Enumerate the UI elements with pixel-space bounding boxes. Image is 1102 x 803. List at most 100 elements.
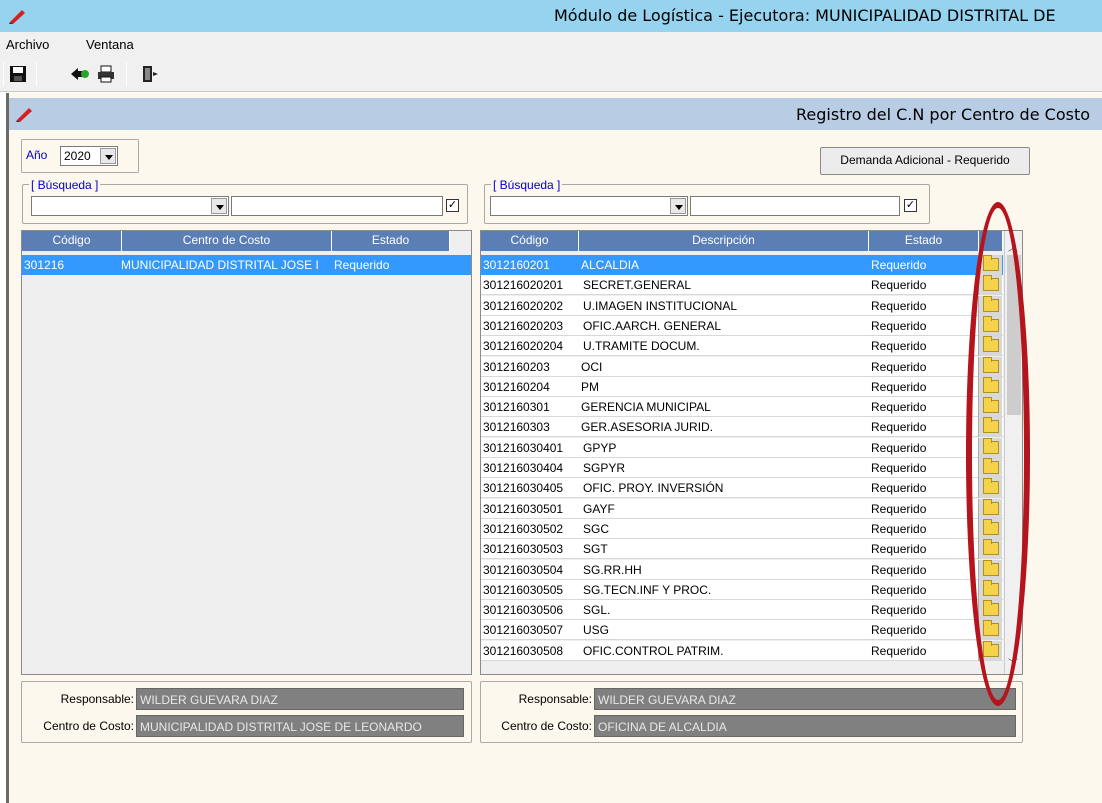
table-row[interactable]: 3012160204 PM Requerido xyxy=(481,376,1003,397)
chevron-down-icon[interactable] xyxy=(211,198,227,214)
cell-descripcion: SECRET.GENERAL xyxy=(583,278,692,293)
table-row[interactable]: 301216030401 GPYP Requerido xyxy=(481,437,1003,458)
table-row[interactable]: 3012160203 OCI Requerido xyxy=(481,356,1003,377)
column-header-codigo[interactable]: Código xyxy=(22,231,122,251)
right-responsable-label: Responsable: xyxy=(518,692,592,706)
print-icon[interactable] xyxy=(96,64,116,84)
pen-icon xyxy=(16,108,32,122)
table-row[interactable]: 301216030508 OFIC.CONTROL PATRIM. Requerid… xyxy=(481,640,1003,661)
left-search-label: [ Búsqueda ] xyxy=(29,178,101,192)
cell-descripcion: SGC xyxy=(583,521,610,536)
cell-codigo: 301216030505 xyxy=(483,582,564,597)
table-row[interactable]: 301216020203 OFIC.AARCH. GENERAL Requerido xyxy=(481,315,1003,336)
cell-estado: Requerido xyxy=(871,379,927,394)
window-title: Módulo de Logística - Ejecutora: MUNICIP… xyxy=(554,6,1056,25)
column-header-estado[interactable]: Estado xyxy=(869,231,979,251)
save-icon[interactable] xyxy=(8,64,28,84)
cell-codigo: 301216030405 xyxy=(483,481,564,496)
cell-descripcion: SGT xyxy=(583,542,608,557)
table-row[interactable]: 301216020201 SECRET.GENERAL Requerido xyxy=(481,275,1003,296)
left-cost-center-grid: Código Centro de Costo Estado 301216 MUN… xyxy=(21,230,472,675)
cell-estado: Requerido xyxy=(871,542,927,557)
left-responsable-label: Responsable: xyxy=(60,692,134,706)
cell-estado: Requerido xyxy=(871,318,927,333)
pen-icon xyxy=(9,10,25,24)
column-header-codigo[interactable]: Código xyxy=(481,231,579,251)
toolbar-separator xyxy=(126,62,127,86)
cell-descripcion: SG.TECN.INF Y PROC. xyxy=(583,582,712,597)
cell-descripcion: SGPYR xyxy=(583,461,626,475)
cell-descripcion: PM xyxy=(581,379,599,394)
table-row[interactable]: 3012160201 ALCALDIA Requerido xyxy=(481,255,1003,275)
cell-descripcion: U.TRAMITE DOCUM. xyxy=(583,339,700,354)
table-row[interactable]: 3012160301 GERENCIA MUNICIPAL Requerido xyxy=(481,397,1003,418)
cell-codigo: 3012160301 xyxy=(483,400,550,415)
table-row[interactable]: 301216020202 U.IMAGEN INSTITUCIONAL Requer… xyxy=(481,295,1003,316)
cell-codigo: 301216020201 xyxy=(483,278,564,293)
cell-estado: Requerido xyxy=(871,339,927,354)
table-row[interactable]: 301216020204 U.TRAMITE DOCUM. Requerido xyxy=(481,336,1003,357)
cell-estado: Requerido xyxy=(871,440,927,455)
table-row[interactable]: 301216030507 USG Requerido xyxy=(481,620,1003,641)
cell-descripcion: U.IMAGEN INSTITUCIONAL xyxy=(583,298,738,313)
cell-estado: Requerido xyxy=(871,400,927,415)
cell-estado: Requerido xyxy=(871,258,927,272)
right-responsable-field: WILDER GUEVARA DIAZ xyxy=(594,688,1016,710)
table-row[interactable]: 301216030506 SGL. Requerido xyxy=(481,600,1003,621)
menu-ventana[interactable]: Ventana xyxy=(86,37,134,52)
cell-estado: Requerido xyxy=(871,278,927,293)
table-row[interactable]: 301216030504 SG.RR.HH Requerido xyxy=(481,559,1003,580)
cell-codigo: 3012160303 xyxy=(483,420,550,435)
table-row[interactable]: 301216030502 SGC Requerido xyxy=(481,518,1003,539)
cell-estado: Requerido xyxy=(871,643,927,658)
year-select[interactable]: 2020 xyxy=(60,146,118,166)
right-search-input[interactable] xyxy=(690,196,900,216)
cell-descripcion: OFIC. PROY. INVERSIÓN xyxy=(583,481,724,496)
cell-codigo: 3012160203 xyxy=(483,359,550,374)
cell-descripcion: SG.RR.HH xyxy=(583,562,642,577)
right-search-label: [ Búsqueda ] xyxy=(491,178,563,192)
back-icon[interactable] xyxy=(70,64,90,84)
cell-codigo: 301216030502 xyxy=(483,521,564,536)
cell-estado: Requerido xyxy=(871,501,927,516)
year-label: Año xyxy=(26,148,48,162)
table-row[interactable]: 301216030404 SGPYR Requerido xyxy=(481,458,1003,478)
cell-codigo: 301216030504 xyxy=(483,562,564,577)
toolbar xyxy=(0,56,1102,92)
left-search-checkbox[interactable]: ✓ xyxy=(446,199,459,212)
cell-estado: Requerido xyxy=(871,420,927,435)
exit-icon[interactable] xyxy=(140,64,160,84)
table-row[interactable]: 3012160303 GER.ASESORIA JURID. Requerido xyxy=(481,417,1003,438)
cell-codigo: 301216030501 xyxy=(483,501,564,516)
right-cost-center-grid: Código Descripción Estado 3012160201 ALCA… xyxy=(480,230,1023,675)
cell-descripcion: OCI xyxy=(581,359,603,374)
column-header-descripcion[interactable]: Descripción xyxy=(579,231,869,251)
cell-estado: Requerido xyxy=(871,623,927,638)
right-search-field-select[interactable] xyxy=(490,196,688,216)
demanda-adicional-button[interactable]: Demanda Adicional - Requerido xyxy=(820,147,1030,175)
column-header-centro-costo[interactable]: Centro de Costo xyxy=(122,231,332,251)
cell-estado: Requerido xyxy=(871,521,927,536)
left-search-input[interactable] xyxy=(231,196,443,216)
table-row[interactable]: 301216030501 GAYF Requerido xyxy=(481,498,1003,519)
right-centro-label: Centro de Costo: xyxy=(501,719,592,733)
cell-codigo: 301216030508 xyxy=(483,643,564,658)
table-row[interactable]: 301216030505 SG.TECN.INF Y PROC. Requerido xyxy=(481,579,1003,600)
cell-descripcion: USG xyxy=(583,623,610,638)
cell-descripcion: SGL. xyxy=(583,603,611,618)
chevron-down-icon[interactable] xyxy=(670,198,686,214)
column-header-estado[interactable]: Estado xyxy=(332,231,450,251)
table-row[interactable]: 301216 MUNICIPALIDAD DISTRITAL JOSE I Re… xyxy=(22,255,471,275)
cell-codigo: 301216020202 xyxy=(483,298,564,313)
menu-archivo[interactable]: Archivo xyxy=(6,37,49,52)
cell-estado: Requerido xyxy=(871,582,927,597)
table-row[interactable]: 301216030503 SGT Requerido xyxy=(481,539,1003,560)
cell-codigo: 301216030507 xyxy=(483,623,564,638)
chevron-down-icon[interactable] xyxy=(100,148,116,164)
left-search-field-select[interactable] xyxy=(31,196,229,216)
toolbar-separator xyxy=(3,62,4,86)
table-row[interactable]: 301216030405 OFIC. PROY. INVERSIÓN Requeri… xyxy=(481,478,1003,499)
cell-estado: Requerido xyxy=(871,481,927,496)
right-search-checkbox[interactable]: ✓ xyxy=(904,199,917,212)
toolbar-separator xyxy=(36,62,37,86)
